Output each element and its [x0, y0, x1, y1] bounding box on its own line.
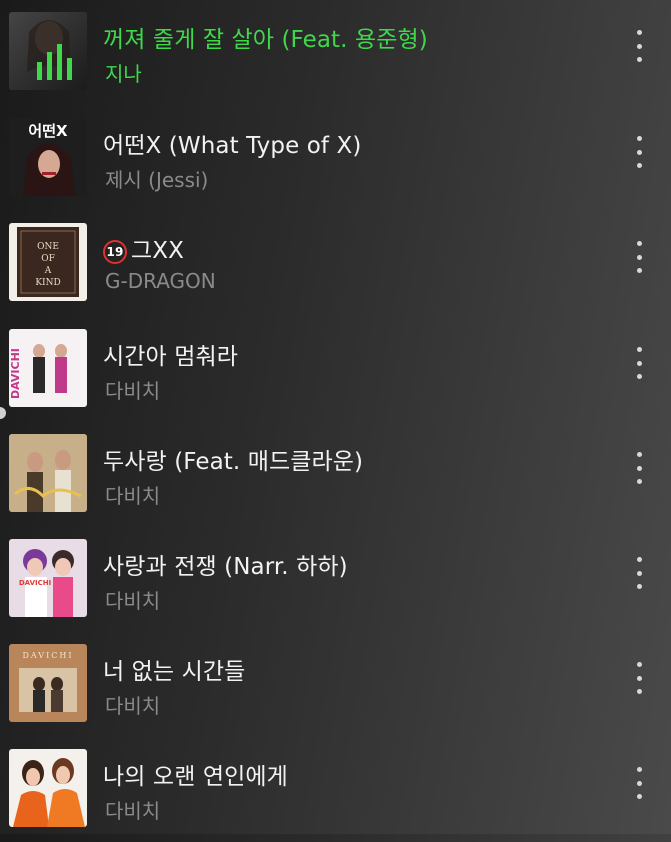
album-art-text: ONE — [37, 242, 59, 252]
song-artist[interactable]: 다비치 — [105, 690, 160, 719]
album-art-image: DAVICHI — [9, 644, 87, 722]
album-art-image: DAVICHI — [9, 329, 87, 407]
song-row-5[interactable]: 두사랑 (Feat. 매드클라운) 다비치 — [0, 422, 671, 527]
more-options-icon[interactable] — [624, 660, 654, 696]
album-art[interactable]: ONE OF A KIND — [9, 223, 87, 301]
album-art[interactable]: 어떤X — [9, 118, 87, 196]
song-artist[interactable]: 다비치 — [105, 480, 160, 509]
album-art-text: DAVICHI — [23, 651, 74, 660]
album-art-image — [9, 434, 87, 512]
album-art-image — [9, 749, 87, 827]
song-title[interactable]: 사랑과 전쟁 (Narr. 하하) — [103, 547, 348, 581]
song-artist[interactable]: 다비치 — [105, 375, 160, 404]
song-title[interactable]: 나의 오랜 연인에게 — [103, 757, 288, 791]
more-options-icon[interactable] — [624, 450, 654, 486]
album-art[interactable] — [9, 749, 87, 827]
album-art-text: 어떤X — [28, 122, 68, 140]
song-title[interactable]: 두사랑 (Feat. 매드클라운) — [103, 442, 363, 476]
song-row-8[interactable]: 나의 오랜 연인에게 다비치 — [0, 737, 671, 842]
album-art-image: ONE OF A KIND — [9, 223, 87, 301]
album-art[interactable]: DAVICHI — [9, 329, 87, 407]
song-artist[interactable]: 제시 (Jessi) — [105, 164, 208, 193]
song-title[interactable]: 어떤X (What Type of X) — [103, 126, 361, 160]
album-art-text: DAVICHI — [19, 579, 51, 587]
more-options-icon[interactable] — [624, 134, 654, 170]
album-art-text: DAVICHI — [9, 348, 22, 399]
song-artist[interactable]: 지나 — [105, 58, 142, 87]
song-title[interactable]: 시간아 멈춰라 — [103, 337, 238, 371]
song-row-6[interactable]: DAVICHI 사랑과 전쟁 (Narr. 하하) 다비치 — [0, 527, 671, 632]
song-row-4[interactable]: DAVICHI 시간아 멈춰라 다비치 — [0, 317, 671, 422]
album-art[interactable]: DAVICHI — [9, 644, 87, 722]
more-options-icon[interactable] — [624, 239, 654, 275]
album-art-image: DAVICHI — [9, 539, 87, 617]
equalizer-icon — [37, 44, 72, 80]
more-options-icon[interactable] — [624, 555, 654, 591]
more-options-icon[interactable] — [624, 28, 654, 64]
song-row-3[interactable]: ONE OF A KIND 19 그XX G-DRAGON — [0, 211, 671, 316]
album-art-text: OF — [41, 254, 55, 264]
song-row-1[interactable]: 꺼져 줄게 잘 살아 (Feat. 용준형) 지나 — [0, 0, 671, 105]
explicit-badge-icon: 19 — [103, 240, 127, 264]
song-artist[interactable]: 다비치 — [105, 585, 160, 614]
song-artist[interactable]: 다비치 — [105, 795, 160, 824]
album-art[interactable] — [9, 434, 87, 512]
album-art-text: KIND — [35, 278, 60, 288]
song-title-text: 그XX — [131, 238, 184, 264]
more-options-icon[interactable] — [624, 765, 654, 801]
song-title[interactable]: 너 없는 시간들 — [103, 652, 245, 686]
song-row-2[interactable]: 어떤X 어떤X (What Type of X) 제시 (Jessi) — [0, 106, 671, 211]
album-art[interactable]: DAVICHI — [9, 539, 87, 617]
song-artist[interactable]: G-DRAGON — [105, 269, 216, 293]
album-art[interactable] — [9, 12, 87, 90]
song-title[interactable]: 19 그XX — [103, 231, 184, 265]
song-row-7[interactable]: DAVICHI 너 없는 시간들 다비치 — [0, 632, 671, 737]
more-options-icon[interactable] — [624, 345, 654, 381]
album-art-text: A — [44, 266, 52, 276]
album-art-image: 어떤X — [9, 118, 87, 196]
song-title[interactable]: 꺼져 줄게 잘 살아 (Feat. 용준형) — [103, 20, 428, 54]
